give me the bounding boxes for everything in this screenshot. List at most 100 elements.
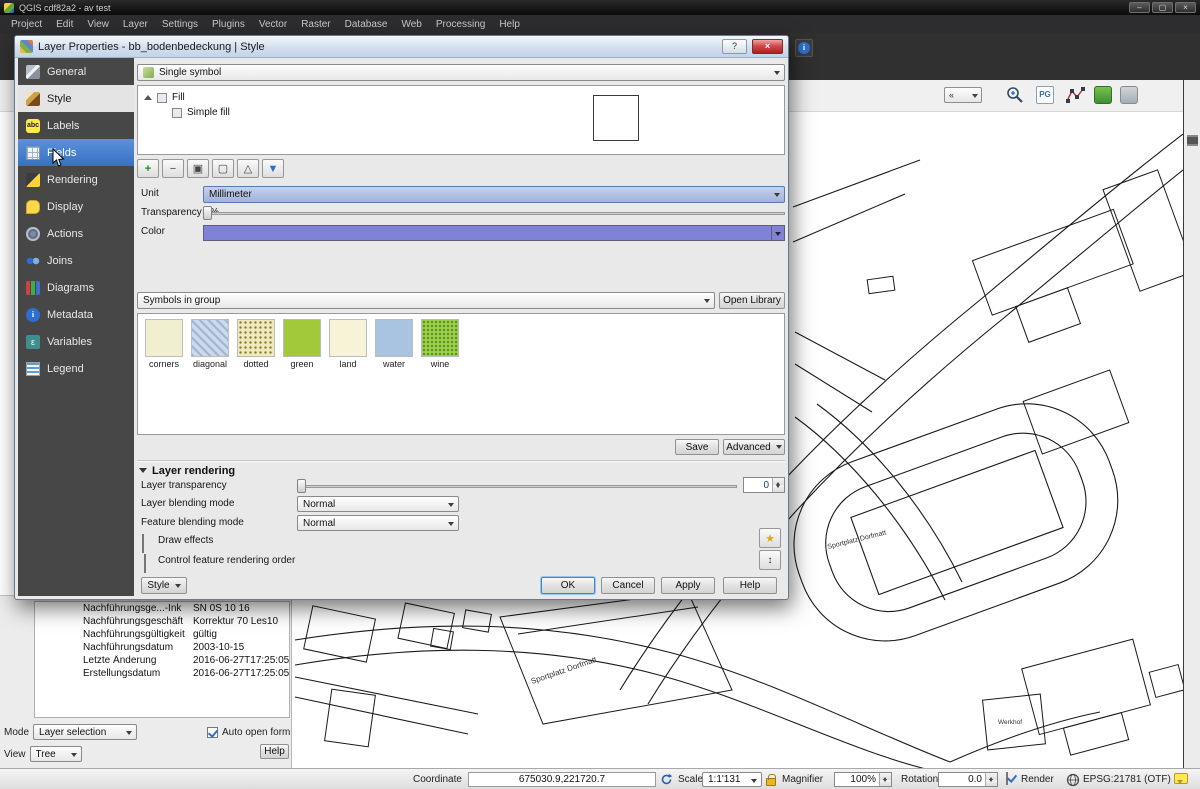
symbol-swatch-green[interactable]: green (282, 319, 322, 369)
menu-processing[interactable]: Processing (429, 19, 492, 30)
cancel-button[interactable]: Cancel (601, 577, 655, 594)
symbols-group-dropdown[interactable]: Symbols in group (137, 292, 715, 309)
symbol-swatch-corners[interactable]: corners (144, 319, 184, 369)
magnifier-spin-arrows[interactable] (879, 773, 891, 786)
dialog-tab-style[interactable]: Style (18, 85, 134, 112)
slider-handle[interactable] (203, 206, 212, 220)
rendering-order-button[interactable]: ↕ (759, 550, 781, 570)
lock-color-button[interactable]: ▢ (212, 159, 234, 178)
dialog-tab-fields[interactable]: Fields (18, 139, 134, 166)
symbol-tree-root[interactable]: Fill (138, 90, 784, 105)
dialog-help-button[interactable]: ? (722, 39, 747, 54)
dialog-tab-legend[interactable]: Legend (18, 355, 134, 382)
symbol-tree[interactable]: Fill Simple fill (137, 85, 785, 155)
add-symbol-layer-button[interactable]: + (137, 159, 159, 178)
move-down-button[interactable]: ▼ (262, 159, 284, 178)
scale-dropdown[interactable]: 1:1'131 (702, 772, 762, 787)
menu-layer[interactable]: Layer (116, 19, 155, 30)
dialog-tab-display[interactable]: Display (18, 193, 134, 220)
magnifier-spinbox[interactable]: 100% (834, 772, 892, 787)
menu-edit[interactable]: Edit (49, 19, 80, 30)
dialog-tab-general[interactable]: General (18, 58, 134, 85)
menu-plugins[interactable]: Plugins (205, 19, 252, 30)
attribute-row[interactable]: Nachführungsgeschäft Korrektur 70 Les10 (35, 615, 289, 628)
dock-toggle-icon[interactable] (1187, 135, 1198, 146)
messages-icon[interactable] (1174, 773, 1188, 784)
toolbar-overflow-dropdown[interactable]: « (944, 87, 982, 103)
unit-dropdown[interactable]: Millimeter (203, 186, 785, 203)
dialog-tab-actions[interactable]: Actions (18, 220, 134, 247)
zoom-in-tool-button[interactable] (1004, 84, 1026, 106)
disabled-tool-button[interactable] (1118, 84, 1140, 106)
menu-help[interactable]: Help (492, 19, 527, 30)
view-dropdown[interactable]: Tree (30, 746, 82, 762)
save-symbol-button[interactable]: Save (675, 439, 719, 455)
style-menu-button[interactable]: Style (141, 577, 187, 594)
menu-raster[interactable]: Raster (294, 19, 337, 30)
layer-transparency-slider[interactable] (297, 479, 737, 493)
symbol-swatch-water[interactable]: water (374, 319, 414, 369)
dialog-tab-diagrams[interactable]: Diagrams (18, 274, 134, 301)
menu-project[interactable]: Project (4, 19, 49, 30)
dialog-tab-variables[interactable]: ε Variables (18, 328, 134, 355)
symbol-swatch-diagonal[interactable]: diagonal (190, 319, 230, 369)
ok-button[interactable]: OK (541, 577, 595, 594)
attribute-row[interactable]: Letzte Änderung 2016-06-27T17:25:05 (35, 654, 289, 667)
attribute-row[interactable]: Erstellungsdatum 2016-06-27T17:25:05 (35, 667, 289, 680)
node-tool-button[interactable] (1064, 84, 1086, 106)
slider-handle[interactable] (297, 479, 306, 493)
menu-database[interactable]: Database (338, 19, 395, 30)
layer-blending-dropdown[interactable]: Normal (297, 496, 459, 512)
dialog-tab-joins[interactable]: Joins (18, 247, 134, 274)
effects-options-button[interactable]: ★ (759, 528, 781, 548)
dialog-tab-rendering[interactable]: Rendering (18, 166, 134, 193)
advanced-button[interactable]: Advanced (723, 439, 785, 455)
color-dropdown-arrow[interactable] (771, 226, 784, 240)
dialog-close-button[interactable]: × (752, 39, 783, 54)
transparency-slider[interactable] (203, 206, 785, 220)
symbol-tree-child[interactable]: Simple fill (138, 105, 784, 120)
layer-transparency-spinbox[interactable]: 0 (743, 477, 785, 493)
open-library-button[interactable]: Open Library (719, 292, 785, 309)
color-picker-bar[interactable] (203, 225, 785, 241)
window-titlebar[interactable]: QGIS cdf82a2 - av test – ▢ × (0, 0, 1200, 15)
rotation-spinbox[interactable]: 0.0 (938, 772, 998, 787)
attribute-list[interactable]: Nachführungsge...-Ink SN 0S 10 16 Nachfü… (34, 601, 290, 718)
close-button[interactable]: × (1175, 2, 1196, 13)
mode-dropdown[interactable]: Layer selection (33, 724, 137, 740)
menu-web[interactable]: Web (394, 19, 428, 30)
menu-vector[interactable]: Vector (252, 19, 294, 30)
dialog-tab-metadata[interactable]: i Metadata (18, 301, 134, 328)
move-up-button[interactable]: △ (237, 159, 259, 178)
attribute-row[interactable]: Nachführungsge...-Ink SN 0S 10 16 (35, 602, 289, 615)
apply-button[interactable]: Apply (661, 577, 715, 594)
remove-symbol-layer-button[interactable]: − (162, 159, 184, 178)
attribute-row[interactable]: Nachführungsdatum 2003-10-15 (35, 641, 289, 654)
attribute-row[interactable]: Nachführungsgültigkeit gültig (35, 628, 289, 641)
scale-lock-icon[interactable] (766, 778, 776, 786)
menu-settings[interactable]: Settings (155, 19, 205, 30)
auto-open-form-checkbox[interactable] (207, 727, 218, 738)
refresh-extent-icon[interactable] (660, 773, 673, 786)
render-checkbox[interactable] (1006, 772, 1008, 785)
layer-tool-button[interactable] (1092, 84, 1114, 106)
rotation-spin-arrows[interactable] (985, 773, 997, 786)
expander-icon[interactable] (144, 91, 152, 100)
draw-effects-checkbox[interactable] (142, 534, 144, 553)
identify-help-button[interactable]: Help (260, 744, 289, 759)
layer-rendering-header[interactable]: Layer rendering (139, 464, 235, 477)
renderer-dropdown[interactable]: Single symbol (137, 64, 785, 81)
crs-status-button[interactable]: EPSG:21781 (OTF) (1083, 774, 1171, 785)
identify-tool-button[interactable]: i (795, 39, 813, 57)
symbol-swatch-dotted[interactable]: dotted (236, 319, 276, 369)
dialog-titlebar[interactable]: Layer Properties - bb_bodenbedeckung | S… (15, 36, 788, 58)
feature-blending-dropdown[interactable]: Normal (297, 515, 459, 531)
symbol-swatch-wine[interactable]: wine (420, 319, 460, 369)
dialog-help-bottom-button[interactable]: Help (723, 577, 777, 594)
control-rendering-order-checkbox[interactable] (144, 554, 146, 573)
symbol-swatch-land[interactable]: land (328, 319, 368, 369)
coordinate-input[interactable]: 675030.9,221720.7 (468, 772, 656, 787)
menu-view[interactable]: View (80, 19, 116, 30)
spin-arrows[interactable] (772, 478, 784, 492)
dialog-tab-labels[interactable]: abc Labels (18, 112, 134, 139)
